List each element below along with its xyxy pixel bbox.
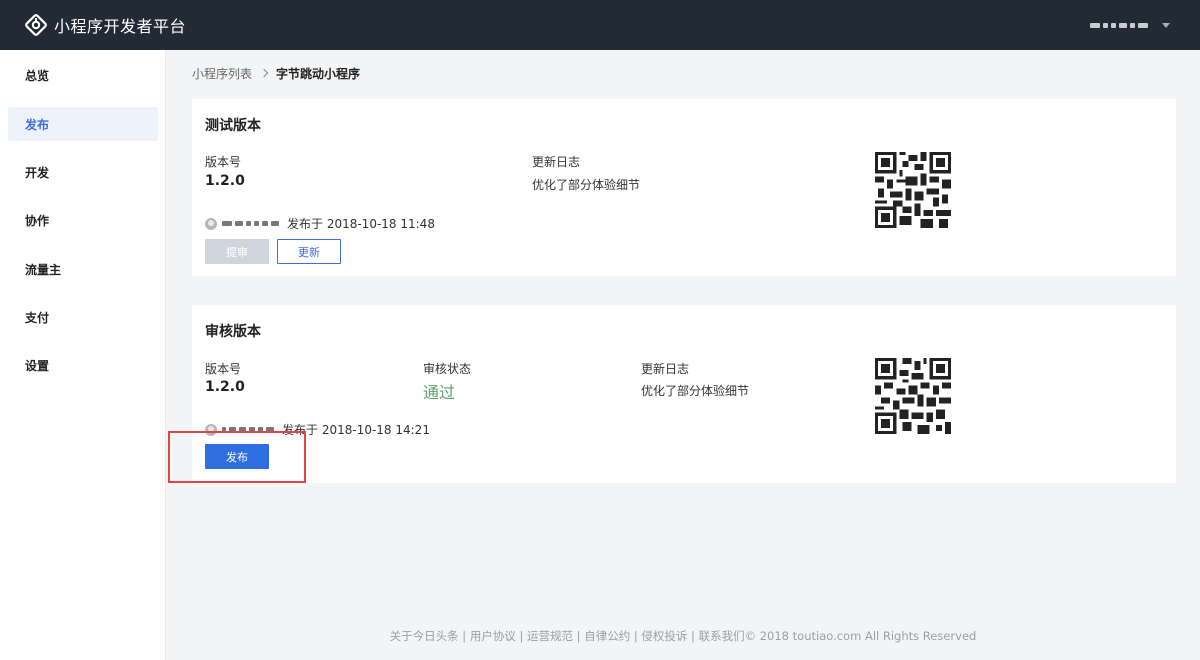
changelog-label: 更新日志 [641, 362, 690, 376]
sidebar-item-label: 协作 [25, 213, 50, 228]
test-version-card: 测试版本 版本号 1.2.0 更新日志 优化了部分体验细节 发布于 2018-1… [192, 99, 1176, 276]
sidebar-item-label: 总览 [25, 68, 50, 83]
footer-links[interactable]: 关于今日头条 | 用户协议 | 运营规范 | 自律公约 | 侵权投诉 | 联系我… [166, 628, 1200, 644]
sidebar-item-overview[interactable]: 总览 [8, 58, 158, 92]
sidebar-item-payment[interactable]: 支付 [8, 300, 158, 334]
submit-review-button[interactable]: 提审 [205, 239, 269, 264]
review-status-label: 审核状态 [423, 362, 472, 376]
changelog-value: 优化了部分体验细节 [532, 178, 641, 192]
changelog-value: 优化了部分体验细节 [641, 384, 750, 398]
version-label: 版本号 [205, 155, 242, 169]
qr-code-icon [875, 152, 951, 228]
sidebar-item-settings[interactable]: 设置 [8, 348, 158, 382]
user-menu[interactable] [1090, 0, 1170, 50]
sidebar: 总览 发布 开发 协作 流量主 支付 设置 [0, 50, 166, 660]
publisher-info: 发布于 2018-10-18 11:48 [205, 215, 435, 232]
sidebar-item-traffic[interactable]: 流量主 [8, 252, 158, 286]
version-label: 版本号 [205, 362, 242, 376]
chevron-right-icon [259, 68, 269, 78]
review-version-card: 审核版本 版本号 1.2.0 审核状态 通过 更新日志 优化了部分体验细节 发布… [192, 305, 1176, 483]
caret-down-icon[interactable] [1162, 22, 1170, 28]
sidebar-item-publish[interactable]: 发布 [8, 107, 158, 141]
breadcrumb-current: 字节跳动小程序 [276, 66, 361, 81]
publisher-name-blurred [222, 221, 279, 226]
version-value: 1.2.0 [205, 173, 245, 189]
bytedance-miniprogram-logo-icon[interactable] [24, 13, 48, 37]
card-title: 审核版本 [205, 324, 261, 340]
sidebar-item-label: 支付 [25, 310, 50, 325]
update-button[interactable]: 更新 [277, 239, 341, 264]
sidebar-item-label: 开发 [25, 165, 50, 180]
sidebar-item-develop[interactable]: 开发 [8, 155, 158, 189]
breadcrumb-parent-link[interactable]: 小程序列表 [192, 65, 252, 82]
sidebar-item-label: 流量主 [25, 262, 62, 277]
sidebar-item-label: 发布 [25, 117, 50, 132]
sidebar-item-label: 设置 [25, 358, 50, 373]
qr-code-icon [875, 358, 951, 434]
brand-title[interactable]: 小程序开发者平台 [54, 13, 186, 37]
user-name-blurred[interactable] [1090, 22, 1149, 28]
sidebar-item-collaborate[interactable]: 协作 [8, 203, 158, 237]
breadcrumb: 小程序列表 字节跳动小程序 [192, 65, 360, 81]
version-value: 1.2.0 [205, 379, 245, 395]
card-title: 测试版本 [205, 118, 261, 134]
review-status-value: 通过 [423, 383, 456, 402]
published-time: 发布于 2018-10-18 11:48 [287, 217, 435, 231]
highlight-box [168, 431, 306, 483]
changelog-label: 更新日志 [532, 155, 581, 169]
avatar [205, 217, 217, 230]
top-header: 小程序开发者平台 [0, 0, 1200, 50]
